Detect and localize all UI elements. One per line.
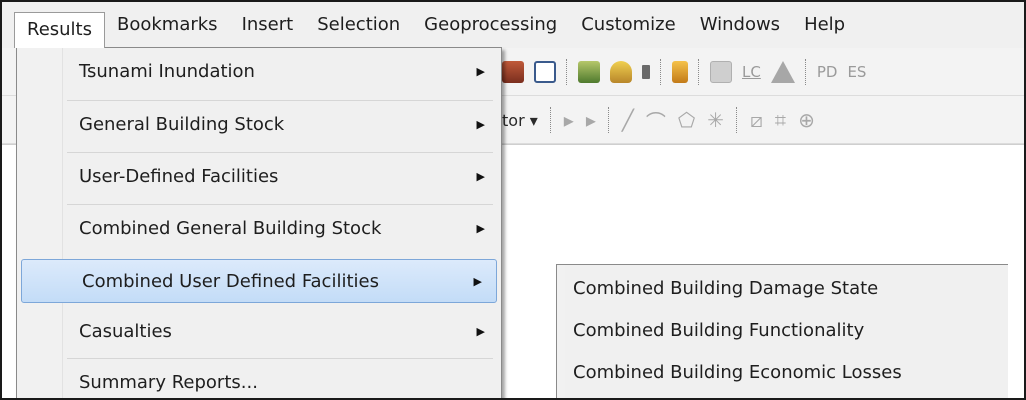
toolbar-separator (607, 107, 610, 133)
toolbar-separator (549, 107, 552, 133)
app-window: Results Bookmarks Insert Selection Geopr… (0, 0, 1026, 400)
toolbar-separator (804, 59, 807, 85)
menu-separator (67, 100, 493, 101)
menu-bookmarks[interactable]: Bookmarks (105, 8, 230, 42)
menu-windows[interactable]: Windows (688, 8, 792, 42)
submenu-arrow-icon: ▶ (476, 325, 485, 338)
submenu-arrow-icon: ▶ (476, 65, 485, 78)
submenu-arrow-icon: ▶ (476, 222, 485, 235)
menu-geoprocessing[interactable]: Geoprocessing (412, 8, 569, 42)
submenu-item-functionality[interactable]: Combined Building Functionality (573, 309, 864, 353)
toolbar-separator (566, 59, 568, 85)
window-icon[interactable] (534, 61, 556, 83)
toolbar-separator (736, 107, 738, 133)
menu-item-combined-general-building-stock[interactable]: Combined General Building Stock ▶ (19, 207, 499, 251)
submenu-arrow-icon: ▶ (476, 118, 485, 131)
edit-tool-icon[interactable]: ▸ (564, 108, 574, 132)
submenu-arrow-icon: ▶ (476, 170, 485, 183)
polygon-tool-icon[interactable]: ⬠ (678, 108, 695, 132)
pd-button[interactable]: PD (817, 63, 838, 81)
split-icon[interactable]: ⧄ (750, 108, 763, 132)
toolbar-separator (698, 59, 700, 85)
menu-item-user-defined-facilities[interactable]: User-Defined Facilities ▶ (19, 155, 499, 199)
menu-results[interactable]: Results (14, 12, 105, 48)
menu-item-label: Tsunami Inundation (79, 61, 255, 82)
submenu-item-economic-losses[interactable]: Combined Building Economic Losses (573, 351, 902, 395)
model-builder-icon[interactable] (578, 61, 600, 83)
toolbar-separator (660, 59, 662, 85)
menu-item-casualties[interactable]: Casualties ▶ (19, 310, 499, 354)
menu-separator (67, 358, 493, 359)
menu-item-combined-user-defined-facilities[interactable]: Combined User Defined Facilities ▶ (21, 259, 497, 303)
menu-item-label: Casualties (79, 321, 172, 342)
editor-dropdown[interactable]: tor ▾ (502, 111, 538, 130)
menu-item-tsunami-inundation[interactable]: Tsunami Inundation ▶ (19, 50, 499, 94)
menu-item-general-building-stock[interactable]: General Building Stock ▶ (19, 103, 499, 147)
reshape-icon[interactable]: ⌗ (775, 108, 786, 132)
menu-item-label: Combined General Building Stock (79, 218, 382, 239)
es-button[interactable]: ES (847, 63, 866, 81)
overflow-icon[interactable] (642, 65, 650, 79)
straight-segment-icon[interactable]: ╱ (622, 108, 634, 132)
combined-udf-submenu: Combined Building Damage State Combined … (556, 264, 1008, 398)
catalog-icon[interactable] (610, 61, 632, 83)
menu-item-label: General Building Stock (79, 114, 285, 135)
submenu-arrow-icon: ▶ (473, 275, 482, 288)
marker-icon[interactable] (672, 61, 688, 83)
lc-button[interactable]: LC (742, 63, 761, 81)
menu-item-label: Summary Reports... (79, 372, 258, 393)
snap-icon[interactable]: ✳ (707, 108, 724, 132)
curve-segment-icon[interactable]: ⌒ (646, 106, 666, 135)
menu-item-label: Combined User Defined Facilities (82, 271, 379, 292)
toolbox-icon[interactable] (502, 61, 524, 83)
menu-bar: Results Bookmarks Insert Selection Geopr… (2, 2, 1024, 48)
warning-icon[interactable] (770, 61, 795, 83)
image-icon[interactable] (710, 61, 732, 83)
results-dropdown-menu: Tsunami Inundation ▶ General Building St… (16, 47, 502, 398)
menu-help[interactable]: Help (792, 8, 857, 42)
submenu-item-damage-state[interactable]: Combined Building Damage State (573, 267, 878, 311)
menu-selection[interactable]: Selection (305, 8, 412, 42)
menu-item-summary-reports[interactable]: Summary Reports... (19, 361, 499, 398)
menu-separator (67, 152, 493, 153)
menu-item-label: User-Defined Facilities (79, 166, 279, 187)
menu-customize[interactable]: Customize (569, 8, 687, 42)
submenu-gutter (557, 265, 565, 398)
edit-annotation-icon[interactable]: ▸ (586, 108, 596, 132)
menu-insert[interactable]: Insert (230, 8, 306, 42)
center-icon[interactable]: ⊕ (798, 108, 815, 132)
menu-separator (67, 204, 493, 205)
